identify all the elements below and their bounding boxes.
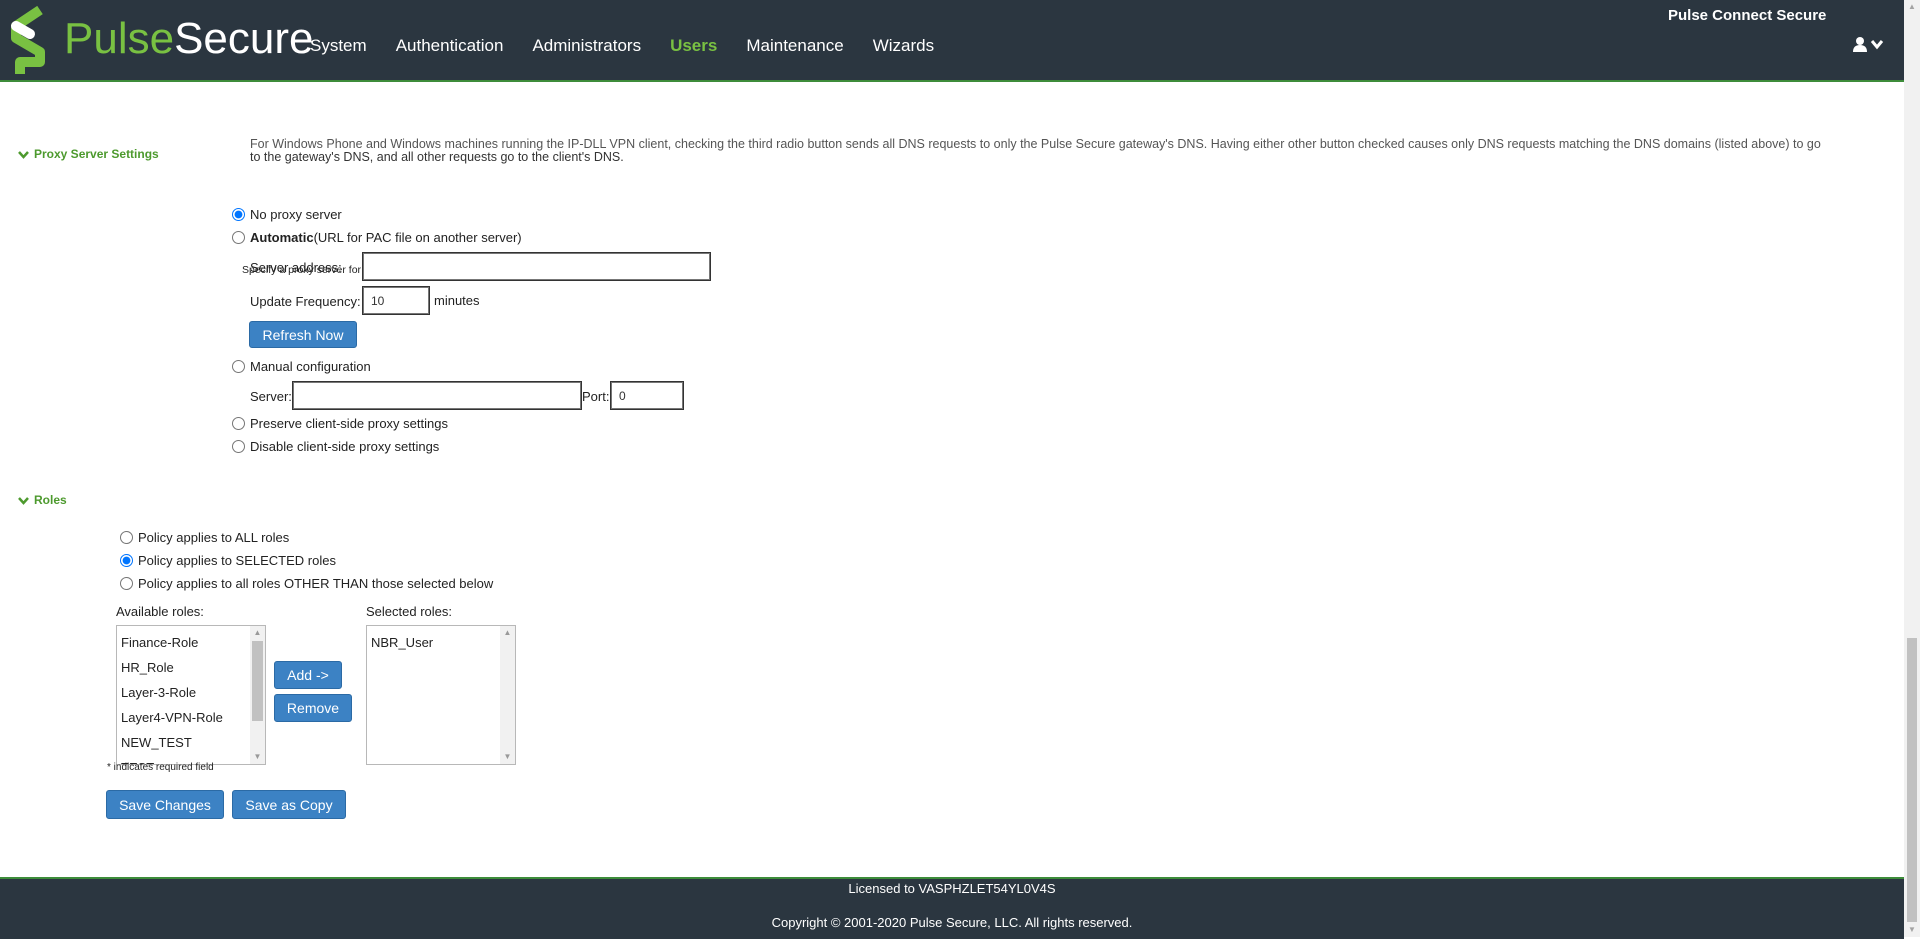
roles-selected-label: Policy applies to SELECTED roles bbox=[138, 553, 336, 568]
available-role-item[interactable]: Layer4-VPN-Role bbox=[121, 705, 223, 730]
update-frequency-input[interactable] bbox=[362, 286, 430, 315]
add-role-button[interactable]: Add -> bbox=[274, 661, 342, 689]
proxy-none-radio[interactable] bbox=[232, 208, 245, 221]
chevron-down-icon bbox=[1870, 40, 1884, 50]
proxy-disable-radio[interactable] bbox=[232, 440, 245, 453]
manual-server-label: Server: bbox=[250, 389, 292, 404]
manual-port-input[interactable] bbox=[610, 381, 684, 410]
scroll-up-icon[interactable]: ▲ bbox=[250, 626, 265, 640]
scroll-down-icon[interactable]: ▼ bbox=[1904, 923, 1920, 937]
selected-roles-items: NBR_User bbox=[371, 630, 433, 655]
roles-header[interactable]: Roles bbox=[18, 493, 67, 507]
selected-roles-scrollbar[interactable]: ▲ ▼ bbox=[500, 626, 515, 764]
proxy-settings-title: Proxy Server Settings bbox=[34, 147, 159, 161]
nav-authentication[interactable]: Authentication bbox=[396, 36, 504, 56]
chevron-down-icon bbox=[18, 150, 29, 159]
nav-administrators[interactable]: Administrators bbox=[532, 36, 641, 56]
dns-description-line1: For Windows Phone and Windows machines r… bbox=[250, 137, 1821, 151]
available-roles-scrollbar[interactable]: ▲ ▼ bbox=[250, 626, 265, 764]
nav-maintenance[interactable]: Maintenance bbox=[746, 36, 843, 56]
chevron-down-icon bbox=[18, 496, 29, 505]
pulse-secure-logo[interactable]: PulseSecure bbox=[6, 4, 314, 76]
selected-roles-list[interactable]: NBR_User ▲ ▼ bbox=[366, 625, 516, 765]
save-as-copy-button[interactable]: Save as Copy bbox=[232, 790, 346, 819]
nav-wizards[interactable]: Wizards bbox=[873, 36, 934, 56]
roles-other-radio[interactable] bbox=[120, 577, 133, 590]
main-content: For Windows Phone and Windows machines r… bbox=[0, 80, 1904, 877]
page-scrollbar[interactable]: ▲ ▼ bbox=[1904, 0, 1920, 937]
proxy-option-automatic[interactable]: Automatic (URL for PAC file on another s… bbox=[232, 230, 522, 245]
roles-other-label: Policy applies to all roles OTHER THAN t… bbox=[138, 576, 494, 591]
refresh-now-button[interactable]: Refresh Now bbox=[249, 321, 357, 348]
roles-all-label: Policy applies to ALL roles bbox=[138, 530, 290, 545]
scroll-up-icon[interactable]: ▲ bbox=[1904, 0, 1920, 14]
manual-port-label: Port: bbox=[582, 389, 610, 404]
license-text: Licensed to VASPHZLET54YL0V4S bbox=[848, 881, 1056, 896]
save-changes-button[interactable]: Save Changes bbox=[106, 790, 224, 819]
logo-text-pulse: Pulse bbox=[64, 14, 175, 63]
user-icon bbox=[1853, 37, 1867, 52]
available-role-item[interactable]: NEW_TEST bbox=[121, 730, 223, 755]
proxy-manual-radio[interactable] bbox=[232, 360, 245, 373]
scrollbar-thumb[interactable] bbox=[252, 641, 263, 721]
manual-server-input[interactable] bbox=[292, 381, 582, 410]
available-roles-list[interactable]: Finance-Role HR_Role Layer-3-Role Layer4… bbox=[116, 625, 266, 765]
roles-option-all[interactable]: Policy applies to ALL roles bbox=[120, 530, 289, 545]
proxy-disable-label: Disable client-side proxy settings bbox=[250, 439, 440, 454]
scroll-down-icon[interactable]: ▼ bbox=[250, 750, 265, 764]
available-roles-label: Available roles: bbox=[116, 604, 204, 619]
top-navigation-bar: PulseSecure System Authentication Admini… bbox=[0, 0, 1904, 82]
nav-system[interactable]: System bbox=[310, 36, 367, 56]
available-roles-items: Finance-Role HR_Role Layer-3-Role Layer4… bbox=[121, 630, 223, 764]
proxy-none-label: No proxy server bbox=[250, 207, 342, 222]
page-scrollbar-thumb[interactable] bbox=[1907, 638, 1917, 922]
update-frequency-label: Update Frequency: bbox=[250, 294, 361, 309]
available-role-item[interactable]: Layer-3-Role bbox=[121, 680, 223, 705]
proxy-manual-label: Manual configuration bbox=[250, 359, 371, 374]
nav-users[interactable]: Users bbox=[670, 36, 717, 56]
roles-all-radio[interactable] bbox=[120, 531, 133, 544]
selected-role-item[interactable]: NBR_User bbox=[371, 630, 433, 655]
proxy-preserve-label: Preserve client-side proxy settings bbox=[250, 416, 448, 431]
main-nav: System Authentication Administrators Use… bbox=[310, 36, 963, 56]
user-menu[interactable] bbox=[1852, 36, 1884, 52]
copyright-text: Copyright © 2001-2020 Pulse Secure, LLC.… bbox=[771, 915, 1133, 930]
proxy-preserve-radio[interactable] bbox=[232, 417, 245, 430]
roles-selected-radio[interactable] bbox=[120, 554, 133, 567]
proxy-automatic-desc: (URL for PAC file on another server) bbox=[313, 230, 522, 245]
scroll-down-icon[interactable]: ▼ bbox=[500, 750, 515, 764]
scroll-up-icon[interactable]: ▲ bbox=[500, 626, 515, 640]
server-address-label: Server address: bbox=[250, 260, 342, 275]
proxy-settings-header[interactable]: Proxy Server Settings bbox=[18, 147, 159, 161]
dns-description: For Windows Phone and Windows machines r… bbox=[250, 137, 1890, 166]
proxy-option-disable[interactable]: Disable client-side proxy settings bbox=[232, 439, 439, 454]
proxy-option-none[interactable]: No proxy server bbox=[232, 207, 342, 222]
available-role-item[interactable]: Finance-Role bbox=[121, 630, 223, 655]
roles-title: Roles bbox=[34, 493, 67, 507]
logo-text-secure: Secure bbox=[174, 14, 314, 63]
proxy-option-preserve[interactable]: Preserve client-side proxy settings bbox=[232, 416, 448, 431]
proxy-option-manual[interactable]: Manual configuration bbox=[232, 359, 371, 374]
pulse-secure-logo-icon bbox=[11, 5, 45, 74]
product-name: Pulse Connect Secure bbox=[1668, 7, 1827, 24]
proxy-automatic-radio[interactable] bbox=[232, 231, 245, 244]
proxy-automatic-label: Automatic bbox=[250, 230, 314, 245]
remove-role-button[interactable]: Remove bbox=[274, 694, 352, 722]
roles-option-selected[interactable]: Policy applies to SELECTED roles bbox=[120, 553, 336, 568]
selected-roles-label: Selected roles: bbox=[366, 604, 452, 619]
available-role-item[interactable]: HR_Role bbox=[121, 655, 223, 680]
roles-option-other[interactable]: Policy applies to all roles OTHER THAN t… bbox=[120, 576, 493, 591]
footer: Licensed to VASPHZLET54YL0V4S Copyright … bbox=[0, 877, 1904, 939]
server-address-input[interactable] bbox=[362, 252, 711, 281]
minutes-label: minutes bbox=[434, 293, 480, 308]
required-field-note: * indicates required field bbox=[107, 762, 214, 773]
